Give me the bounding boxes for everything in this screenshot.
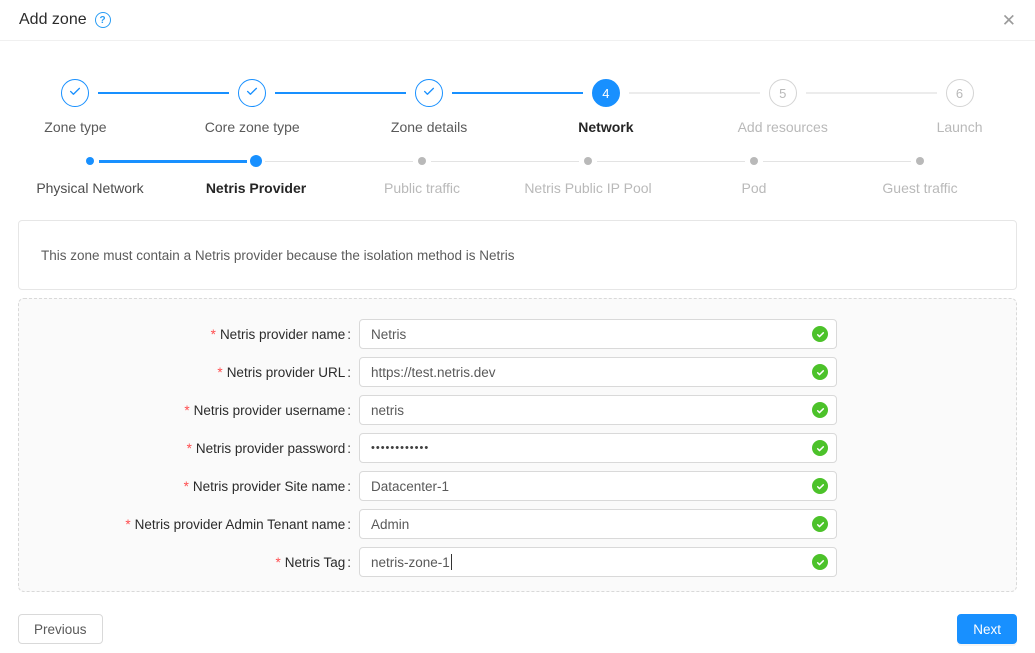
required-marker: *	[217, 365, 222, 380]
input-value: Netris	[371, 327, 406, 342]
step-add-resources: 5 Add resources	[694, 79, 871, 135]
step-label: Zone type	[0, 119, 164, 135]
substep-pod: Pod	[671, 155, 837, 196]
field-label: *Netris provider URL:	[19, 365, 351, 380]
substep-label: Pod	[671, 180, 837, 196]
success-check-icon	[812, 478, 828, 494]
check-icon	[422, 84, 436, 103]
form-row: *Netris provider name: Netris	[19, 319, 1016, 349]
netris-provider-form: *Netris provider name: Netris *Netris pr…	[18, 298, 1017, 592]
step-completed-circle	[238, 79, 266, 107]
check-icon	[68, 84, 82, 103]
isolation-method-notice: This zone must contain a Netris provider…	[18, 220, 1017, 290]
step-label: Network	[517, 119, 694, 135]
success-check-icon	[812, 364, 828, 380]
step-zone-type: Zone type	[0, 79, 164, 135]
help-icon[interactable]: ?	[95, 12, 111, 28]
substep-label: Public traffic	[339, 180, 505, 196]
substep-physical-network: Physical Network	[7, 155, 173, 196]
substep-label: Physical Network	[7, 180, 173, 196]
netris-provider-url-input[interactable]: https://test.netris.dev	[359, 357, 837, 387]
form-row: *Netris provider URL: https://test.netri…	[19, 357, 1016, 387]
field-label: *Netris provider username:	[19, 403, 351, 418]
close-icon[interactable]: ✕	[1002, 12, 1016, 29]
required-marker: *	[275, 555, 280, 570]
dialog-title: Add zone	[19, 11, 87, 29]
field-label: *Netris provider name:	[19, 327, 351, 342]
next-button[interactable]: Next	[957, 614, 1017, 644]
required-marker: *	[125, 517, 130, 532]
substep-guest-traffic: Guest traffic	[837, 155, 1003, 196]
step-zone-details: Zone details	[341, 79, 518, 135]
success-check-icon	[812, 554, 828, 570]
step-current-circle: 4	[592, 79, 620, 107]
substep-netris-public-ip-pool: Netris Public IP Pool	[505, 155, 671, 196]
previous-button[interactable]: Previous	[18, 614, 103, 644]
step-pending-circle: 5	[769, 79, 797, 107]
required-marker: *	[187, 441, 192, 456]
substep-label: Netris Provider	[173, 180, 339, 196]
substep-label: Guest traffic	[837, 180, 1003, 196]
substep-netris-provider: Netris Provider	[173, 155, 339, 196]
step-completed-circle	[61, 79, 89, 107]
substep-dot	[584, 157, 592, 165]
netris-provider-password-input[interactable]: ••••••••••••	[359, 433, 837, 463]
text-cursor	[451, 554, 452, 570]
check-icon	[245, 84, 259, 103]
input-value: ••••••••••••	[371, 442, 429, 454]
form-row: *Netris provider Admin Tenant name: Admi…	[19, 509, 1016, 539]
netris-provider-name-input[interactable]: Netris	[359, 319, 837, 349]
form-row: *Netris Tag: netris-zone-1	[19, 547, 1016, 577]
substep-dot	[250, 155, 262, 167]
input-value: Admin	[371, 517, 409, 532]
required-marker: *	[184, 479, 189, 494]
field-label: *Netris provider password:	[19, 441, 351, 456]
form-row: *Netris provider password: ••••••••••••	[19, 433, 1016, 463]
network-sub-steps: Physical Network Netris Provider Public …	[7, 155, 1003, 196]
form-row: *Netris provider username: netris	[19, 395, 1016, 425]
step-completed-circle	[415, 79, 443, 107]
substep-label: Netris Public IP Pool	[505, 180, 671, 196]
notice-text: This zone must contain a Netris provider…	[41, 248, 514, 263]
substep-public-traffic: Public traffic	[339, 155, 505, 196]
dialog-header: Add zone ? ✕	[0, 0, 1035, 41]
form-row: *Netris provider Site name: Datacenter-1	[19, 471, 1016, 501]
step-label: Launch	[871, 119, 1035, 135]
netris-provider-admin-tenant-name-input[interactable]: Admin	[359, 509, 837, 539]
substep-dot	[86, 157, 94, 165]
input-value: netris	[371, 403, 404, 418]
input-value: netris-zone-1	[371, 555, 450, 570]
netris-provider-site-name-input[interactable]: Datacenter-1	[359, 471, 837, 501]
substep-dot	[916, 157, 924, 165]
step-pending-circle: 6	[946, 79, 974, 107]
netris-provider-username-input[interactable]: netris	[359, 395, 837, 425]
step-core-zone-type: Core zone type	[164, 79, 341, 135]
required-marker: *	[184, 403, 189, 418]
step-label: Core zone type	[164, 119, 341, 135]
field-label: *Netris Tag:	[19, 555, 351, 570]
netris-tag-input[interactable]: netris-zone-1	[359, 547, 837, 577]
input-value: Datacenter-1	[371, 479, 449, 494]
success-check-icon	[812, 516, 828, 532]
success-check-icon	[812, 402, 828, 418]
step-launch: 6 Launch	[871, 79, 1035, 135]
substep-dot	[418, 157, 426, 165]
step-network: 4 Network	[517, 79, 694, 135]
success-check-icon	[812, 440, 828, 456]
input-value: https://test.netris.dev	[371, 365, 496, 380]
required-marker: *	[211, 327, 216, 342]
field-label: *Netris provider Admin Tenant name:	[19, 517, 351, 532]
wizard-steps: Zone type Core zone type Zone details 4 …	[0, 79, 1035, 135]
step-label: Zone details	[341, 119, 518, 135]
success-check-icon	[812, 326, 828, 342]
field-label: *Netris provider Site name:	[19, 479, 351, 494]
step-label: Add resources	[694, 119, 871, 135]
wizard-footer: Previous Next	[18, 614, 1017, 644]
substep-dot	[750, 157, 758, 165]
